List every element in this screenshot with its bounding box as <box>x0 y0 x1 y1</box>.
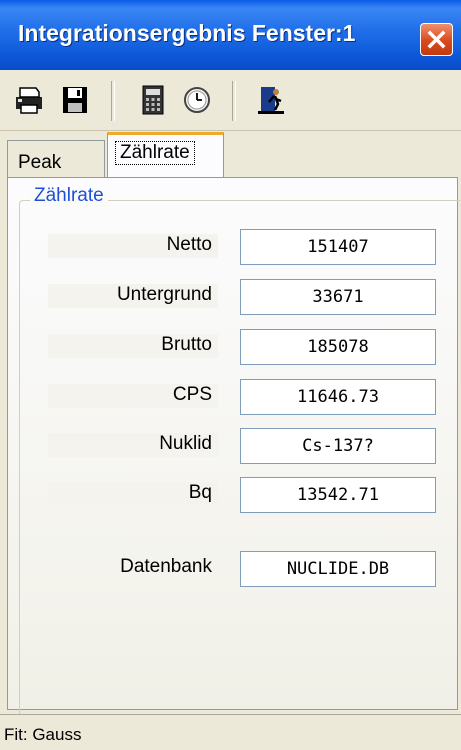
bq-label: Bq <box>188 482 212 503</box>
tab-zaehlrate[interactable]: Zählrate <box>107 132 224 178</box>
printer-button[interactable] <box>12 83 46 122</box>
printer-icon <box>16 87 42 114</box>
bq-value: 13542.71 <box>240 477 436 513</box>
brutto-label: Brutto <box>161 334 212 355</box>
datenbank-label: Datenbank <box>120 556 212 577</box>
toolbar-separator <box>111 81 115 121</box>
tab-zaehlrate-label: Zählrate <box>115 141 195 165</box>
result-window: Integrationsergebnis Fenster:1 Peak Zähl… <box>0 0 461 750</box>
close-icon <box>427 30 446 49</box>
exit-button[interactable] <box>254 83 288 122</box>
title-bar[interactable]: Integrationsergebnis Fenster:1 <box>0 0 461 70</box>
status-text: Fit: Gauss <box>4 725 82 744</box>
netto-value: 151407 <box>240 229 436 265</box>
window-title: Integrationsergebnis Fenster:1 <box>18 20 356 46</box>
untergrund-label: Untergrund <box>116 284 212 305</box>
toolbar <box>0 70 461 131</box>
toolbar-separator <box>232 81 236 121</box>
tab-peak[interactable]: Peak <box>7 140 105 177</box>
calculator-icon <box>142 85 164 115</box>
save-button[interactable] <box>58 83 92 122</box>
tab-bar: Peak Zählrate <box>0 130 461 178</box>
untergrund-value: 33671 <box>240 279 436 315</box>
datenbank-value: NUCLIDE.DB <box>240 551 436 587</box>
clock-icon <box>184 87 210 113</box>
save-icon <box>63 87 87 113</box>
calculator-button[interactable] <box>136 83 170 122</box>
nuklid-label: Nuklid <box>159 433 212 454</box>
nuklid-value: Cs-137? <box>240 428 436 464</box>
brutto-value: 185078 <box>240 329 436 365</box>
exit-door-icon <box>258 87 284 114</box>
cps-label: CPS <box>172 384 212 405</box>
tab-panel: Zählrate Netto 151407 Untergrund 33671 B… <box>7 177 461 720</box>
close-button[interactable] <box>420 23 453 56</box>
group-title: Zählrate <box>30 185 108 207</box>
status-bar: Fit: Gauss <box>0 714 461 750</box>
clock-button[interactable] <box>180 83 214 122</box>
tab-peak-label: Peak <box>18 152 62 173</box>
cps-value: 11646.73 <box>240 379 436 415</box>
netto-label: Netto <box>166 234 212 255</box>
